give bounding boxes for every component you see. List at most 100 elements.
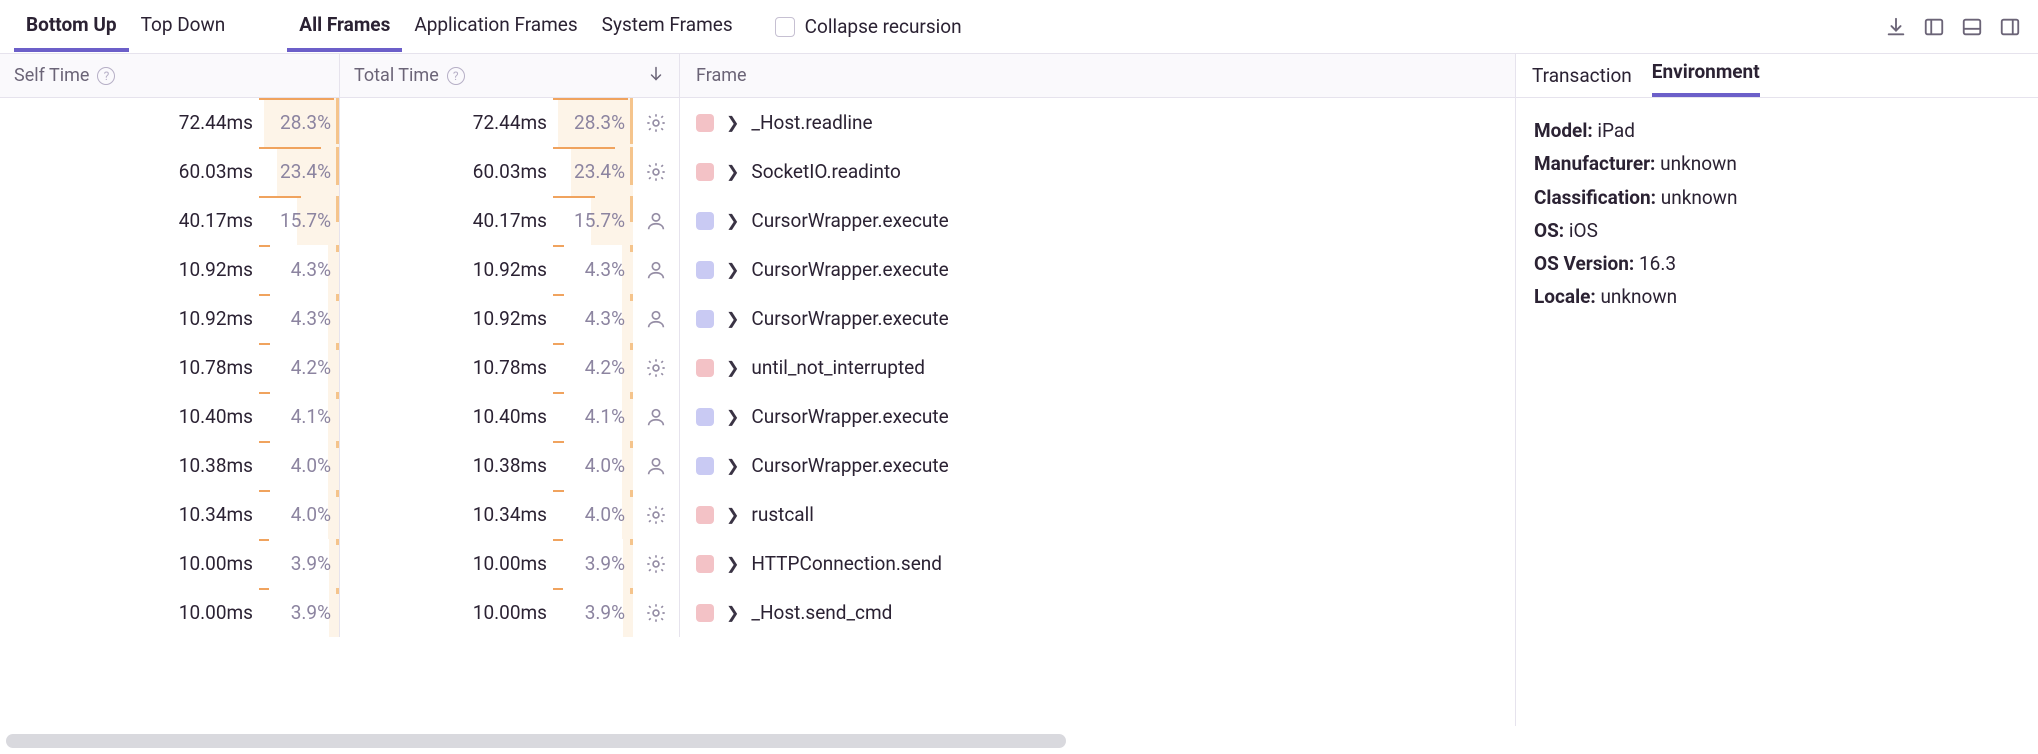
self-time-value: 10.38ms: [0, 454, 259, 477]
env-key: OS Version:: [1534, 252, 1634, 275]
env-row: OS: iOS: [1534, 214, 2020, 247]
table-row[interactable]: 72.44ms28.3%72.44ms28.3%❯_Host.readline: [0, 98, 1515, 147]
total-time-value: 10.38ms: [340, 454, 553, 477]
env-value: unknown: [1661, 186, 1738, 209]
table-row[interactable]: 10.92ms4.3%10.92ms4.3%❯CursorWrapper.exe…: [0, 294, 1515, 343]
chevron-right-icon[interactable]: ❯: [726, 260, 739, 279]
env-row: Classification: unknown: [1534, 181, 2020, 214]
tab-all-frames[interactable]: All Frames: [287, 1, 402, 52]
user-icon[interactable]: [633, 406, 679, 428]
total-time-value: 40.17ms: [340, 209, 553, 232]
cell-frame: ❯ _Host.send_cmd: [680, 588, 1515, 637]
table-row[interactable]: 10.34ms4.0%10.34ms4.0%❯rustcall: [0, 490, 1515, 539]
tab-environment[interactable]: Environment: [1652, 50, 1760, 97]
env-key: Classification:: [1534, 186, 1656, 209]
chevron-right-icon[interactable]: ❯: [726, 309, 739, 328]
horizontal-scrollbar[interactable]: [6, 734, 1066, 748]
self-time-value: 10.40ms: [0, 405, 259, 428]
chevron-right-icon[interactable]: ❯: [726, 358, 739, 377]
table-header: Self Time ? Total Time ? Frame: [0, 54, 1515, 98]
col-self-time-label: Self Time: [14, 65, 89, 86]
table-row[interactable]: 60.03ms23.4%60.03ms23.4%❯SocketIO.readin…: [0, 147, 1515, 196]
cell-frame: ❯CursorWrapper.execute: [680, 196, 1515, 245]
cell-total-time: 72.44ms28.3%: [340, 98, 680, 147]
gear-icon[interactable]: [633, 504, 679, 526]
frame-color-swatch: [696, 212, 714, 230]
total-time-value: 10.92ms: [340, 307, 553, 330]
table-row[interactable]: 10.00ms3.9%10.00ms3.9%❯_Host.send_cmd: [0, 588, 1515, 637]
total-time-value: 72.44ms: [340, 111, 553, 134]
env-row: OS Version: 16.3: [1534, 247, 2020, 280]
frame-color-swatch: [696, 261, 714, 279]
chevron-right-icon[interactable]: ❯: [726, 113, 739, 132]
help-icon[interactable]: ?: [97, 67, 115, 85]
gear-icon[interactable]: [633, 161, 679, 183]
frame-name: _Host.send_cmd: [751, 601, 892, 624]
layout-right-icon[interactable]: [1996, 13, 2024, 41]
tab-system-frames[interactable]: System Frames: [590, 1, 745, 52]
tab-top-down[interactable]: Top Down: [129, 1, 238, 52]
col-total-time[interactable]: Total Time ?: [340, 54, 680, 97]
view-tabs: Bottom Up Top Down: [14, 1, 237, 52]
table-row[interactable]: 10.38ms4.0%10.38ms4.0%❯CursorWrapper.exe…: [0, 441, 1515, 490]
gear-icon[interactable]: [633, 553, 679, 575]
col-frame[interactable]: Frame: [680, 54, 1515, 97]
col-self-time[interactable]: Self Time ?: [0, 54, 340, 97]
gear-icon[interactable]: [633, 112, 679, 134]
chevron-right-icon[interactable]: ❯: [726, 456, 739, 475]
cell-self-time: 10.92ms4.3%: [0, 294, 340, 343]
env-value: unknown: [1600, 285, 1677, 308]
tab-application-frames[interactable]: Application Frames: [402, 1, 589, 52]
table-row[interactable]: 10.00ms3.9%10.00ms3.9% ❯ HTTPConnection.se…: [0, 539, 1515, 588]
frame-color-swatch: [696, 114, 714, 132]
table-row[interactable]: 40.17ms15.7%40.17ms15.7%❯CursorWrapper.e…: [0, 196, 1515, 245]
total-time-value: 10.40ms: [340, 405, 553, 428]
tab-transaction[interactable]: Transaction: [1532, 54, 1632, 97]
frame-color-swatch: [696, 310, 714, 328]
gear-icon[interactable]: [633, 357, 679, 379]
frame-name: CursorWrapper.execute: [751, 405, 948, 428]
col-frame-label: Frame: [696, 65, 747, 86]
total-time-value: 10.00ms: [340, 601, 553, 624]
chevron-right-icon[interactable]: ❯: [726, 407, 739, 426]
chevron-right-icon[interactable]: ❯: [726, 603, 739, 622]
cell-self-time: 10.00ms3.9%: [0, 588, 340, 637]
env-key: Model:: [1534, 119, 1593, 142]
detail-sidebar: Transaction Environment Model: iPadManuf…: [1516, 54, 2038, 726]
self-time-value: 10.00ms: [0, 601, 259, 624]
collapse-recursion-label: Collapse recursion: [805, 15, 962, 38]
env-value: 16.3: [1639, 252, 1676, 275]
chevron-right-icon[interactable]: ❯: [726, 505, 739, 524]
cell-total-time: 10.00ms3.9%: [340, 539, 680, 588]
frame-name: HTTPConnection.send: [751, 552, 942, 575]
cell-total-time: 10.92ms4.3%: [340, 294, 680, 343]
cell-total-time: 10.34ms4.0%: [340, 490, 680, 539]
collapse-recursion-toggle[interactable]: Collapse recursion: [775, 15, 962, 38]
chevron-right-icon[interactable]: ❯: [726, 162, 739, 181]
gear-icon[interactable]: [633, 602, 679, 624]
tab-bottom-up[interactable]: Bottom Up: [14, 1, 129, 52]
env-row: Manufacturer: unknown: [1534, 147, 2020, 180]
user-icon[interactable]: [633, 455, 679, 477]
help-icon[interactable]: ?: [447, 67, 465, 85]
total-time-value: 60.03ms: [340, 160, 553, 183]
chevron-right-icon[interactable]: ❯: [726, 211, 739, 230]
cell-frame: ❯ CursorWrapper.execute: [680, 441, 1515, 490]
table-row[interactable]: 10.92ms4.3%10.92ms4.3%❯CursorWrapper.exe…: [0, 245, 1515, 294]
sort-desc-icon: [647, 64, 665, 87]
user-icon[interactable]: [633, 259, 679, 281]
user-icon[interactable]: [633, 308, 679, 330]
frame-color-swatch: [696, 555, 714, 573]
layout-bottom-icon[interactable]: [1958, 13, 1986, 41]
total-time-value: 10.00ms: [340, 552, 553, 575]
download-icon[interactable]: [1882, 13, 1910, 41]
table-row[interactable]: 10.40ms4.1%10.40ms4.1%❯CursorWrapper.exe…: [0, 392, 1515, 441]
layout-left-icon[interactable]: [1920, 13, 1948, 41]
cell-self-time: 10.00ms3.9%: [0, 539, 340, 588]
user-icon[interactable]: [633, 210, 679, 232]
chevron-right-icon[interactable]: ❯: [726, 554, 739, 573]
cell-frame: ❯ HTTPConnection.send: [680, 539, 1515, 588]
table-row[interactable]: 10.78ms4.2%10.78ms4.2%❯until_not_interru…: [0, 343, 1515, 392]
main: Self Time ? Total Time ? Frame 72.44ms28…: [0, 54, 2038, 726]
frame-name: CursorWrapper.execute: [751, 454, 948, 477]
